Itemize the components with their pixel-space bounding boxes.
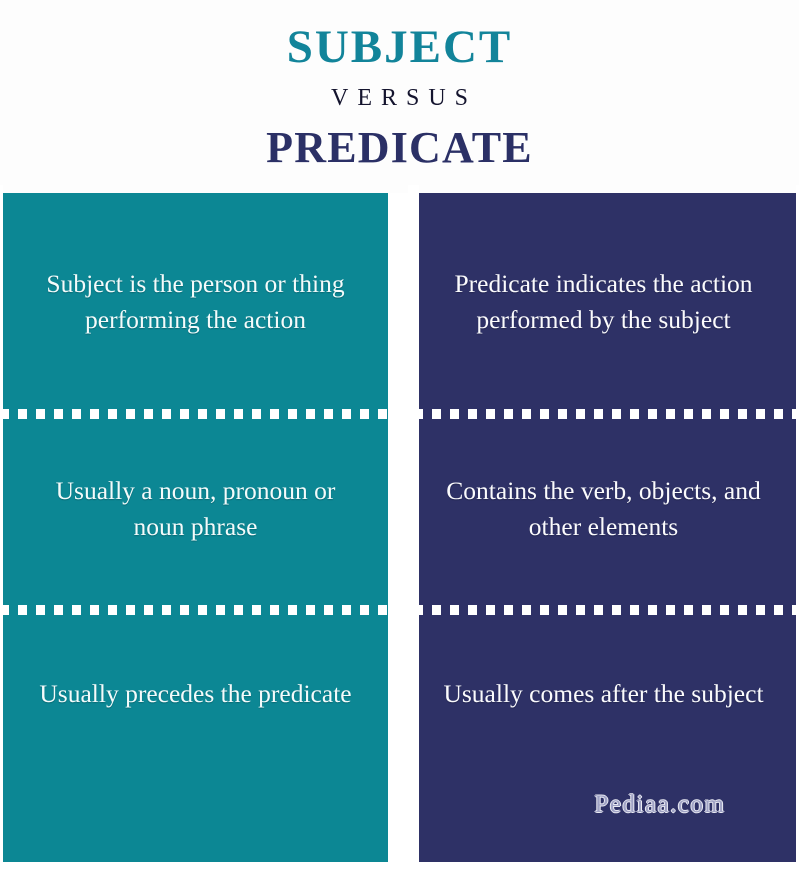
bottom-margin bbox=[0, 862, 799, 869]
subject-point-3: Usually precedes the predicate bbox=[39, 679, 352, 708]
row-divider-2 bbox=[0, 605, 799, 615]
subject-point-2: Usually a noun, pronoun or noun phrase bbox=[55, 476, 336, 541]
watermark-pediaa: Pediaa.com bbox=[594, 791, 726, 818]
predicate-point-3: Usually comes after the subject bbox=[443, 679, 764, 708]
infographic-header: SUBJECT VERSUS PREDICATE bbox=[0, 0, 799, 193]
title-term-predicate: PREDICATE bbox=[266, 123, 533, 172]
left-margin bbox=[0, 185, 3, 869]
title-term-subject: SUBJECT bbox=[286, 21, 513, 73]
column-predicate: Predicate indicates the action performed… bbox=[411, 193, 796, 862]
infographic-root: SUBJECT VERSUS PREDICATE Subject is the … bbox=[0, 0, 799, 869]
predicate-point-2: Contains the verb, objects, and other el… bbox=[446, 476, 761, 541]
predicate-point-1: Predicate indicates the action performed… bbox=[454, 268, 753, 334]
column-subject: Subject is the person or thing performin… bbox=[3, 193, 388, 862]
title-connector-versus: VERSUS bbox=[330, 85, 478, 111]
row-divider-1 bbox=[0, 409, 799, 419]
comparison-columns: Subject is the person or thing performin… bbox=[3, 193, 796, 862]
subject-point-1: Subject is the person or thing performin… bbox=[46, 268, 345, 334]
column-gutter bbox=[408, 185, 419, 869]
